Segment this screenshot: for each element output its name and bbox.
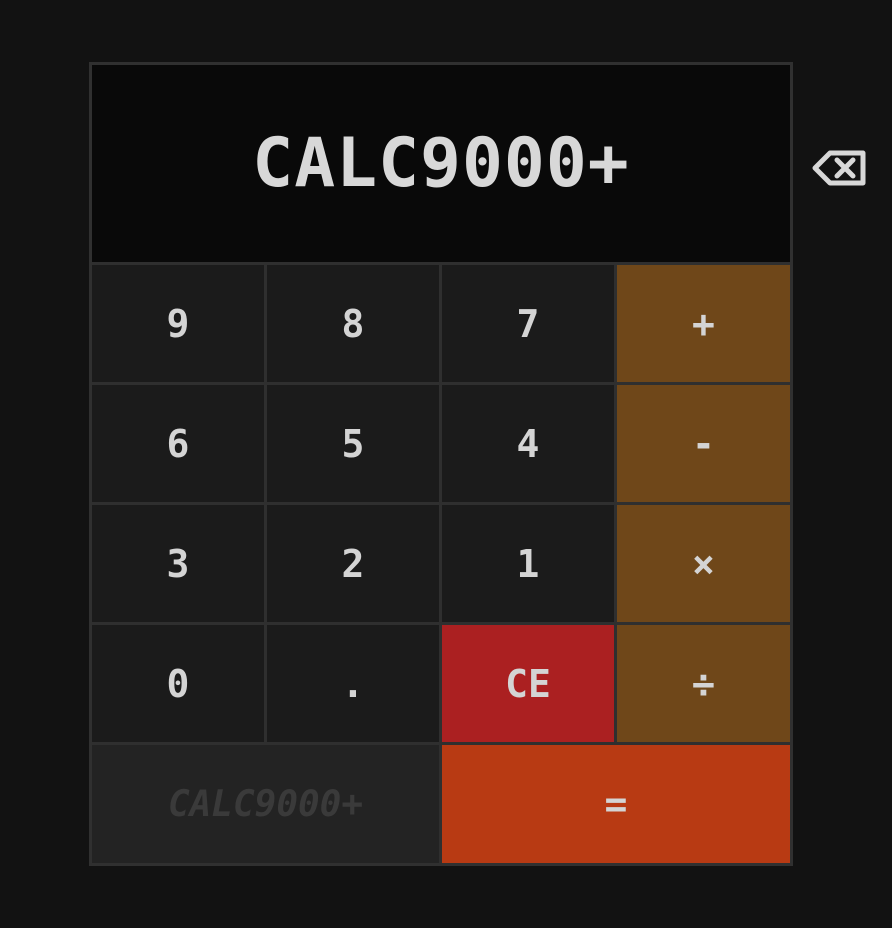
key-7[interactable]: 7 <box>442 265 614 382</box>
key-6[interactable]: 6 <box>92 385 264 502</box>
key-0[interactable]: 0 <box>92 625 264 742</box>
backspace-icon <box>812 150 866 186</box>
key-3[interactable]: 3 <box>92 505 264 622</box>
display-value: CALC9000+ <box>252 124 630 203</box>
key-1[interactable]: 1 <box>442 505 614 622</box>
clear-entry-button[interactable]: CE <box>442 625 614 742</box>
calculator: CALC9000+ 9 8 7 + 6 5 4 - 3 2 1 × 0 . CE… <box>89 62 793 866</box>
key-5[interactable]: 5 <box>267 385 439 502</box>
backspace-button[interactable] <box>812 148 868 188</box>
key-divide[interactable]: ÷ <box>617 625 790 742</box>
key-2[interactable]: 2 <box>267 505 439 622</box>
key-decimal[interactable]: . <box>267 625 439 742</box>
key-9[interactable]: 9 <box>92 265 264 382</box>
key-minus[interactable]: - <box>617 385 790 502</box>
calculator-display: CALC9000+ <box>92 65 790 262</box>
keypad: 9 8 7 + 6 5 4 - 3 2 1 × 0 . CE ÷ CALC900… <box>92 265 790 863</box>
key-8[interactable]: 8 <box>267 265 439 382</box>
key-4[interactable]: 4 <box>442 385 614 502</box>
brand-label: CALC9000+ <box>92 745 439 863</box>
key-multiply[interactable]: × <box>617 505 790 622</box>
key-plus[interactable]: + <box>617 265 790 382</box>
equals-button[interactable]: = <box>442 745 790 863</box>
